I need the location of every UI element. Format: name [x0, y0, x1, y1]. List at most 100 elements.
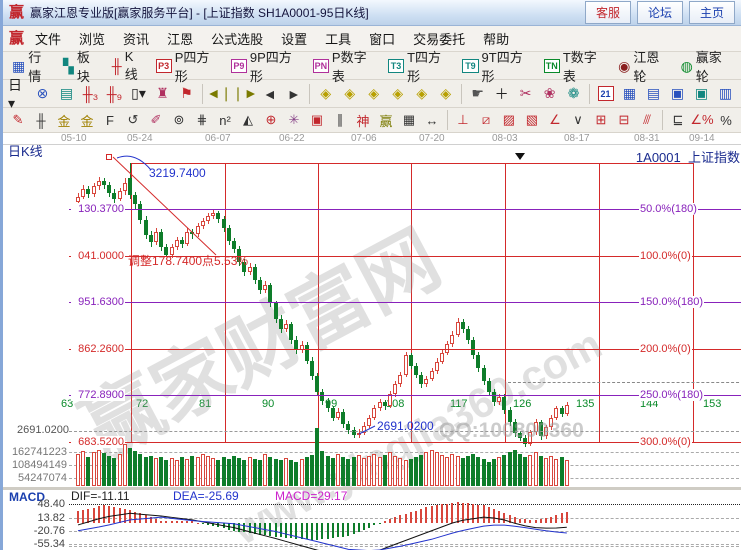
macd-histogram-bar [373, 523, 375, 525]
shen-grid-icon[interactable]: 神 [352, 110, 374, 130]
candle [279, 319, 283, 329]
gann-fan-icon[interactable]: ⧄ [475, 110, 497, 130]
volume-bar [310, 455, 314, 486]
diamond-left-icon[interactable]: ◈ [314, 83, 337, 105]
target-icon[interactable]: ⊕ [260, 110, 282, 130]
notes-icon[interactable]: ▤ [642, 83, 665, 105]
macd-histogram-bar [399, 515, 401, 523]
pen-icon[interactable]: ✎ [7, 110, 29, 130]
axis-icon[interactable]: ⊥ [452, 110, 474, 130]
flower-icon[interactable]: ❀ [538, 83, 561, 105]
toolbar1-item-4[interactable]: P99P四方形 [226, 45, 307, 87]
forum-button[interactable]: 论坛 [637, 1, 683, 24]
prev-icon[interactable]: ◄ [258, 83, 281, 105]
toolbar1-item-7[interactable]: T99T四方形 [457, 45, 537, 87]
fan-grid2-icon[interactable]: ▧ [521, 110, 543, 130]
pattern-icon[interactable]: ♜ [151, 83, 174, 105]
volume-bar [144, 457, 148, 486]
chart9-icon[interactable]: ╫₉ [103, 83, 126, 105]
grid-lines-icon[interactable]: ╫ [30, 110, 52, 130]
last-icon[interactable]: ❘► [233, 83, 258, 105]
square-number-icon[interactable]: n² [214, 110, 236, 130]
macd-histogram-bar [134, 512, 136, 523]
first-icon[interactable]: ◄❘ [207, 83, 232, 105]
macd-histogram-bar [217, 523, 219, 527]
dense-grid-icon[interactable]: ▦ [398, 110, 420, 130]
hatch-icon[interactable]: ⋕ [191, 110, 213, 130]
toolbar1-item-10[interactable]: ◍赢家轮 [676, 45, 737, 87]
gold-grid2-icon[interactable]: 金 [76, 110, 98, 130]
volume-bar [86, 457, 90, 486]
diamond-down-icon[interactable]: ◈ [338, 83, 361, 105]
percent-icon[interactable]: % [715, 110, 737, 130]
toolbar1-item-9[interactable]: ◉江恩轮 [613, 45, 674, 87]
volume-bar [222, 457, 226, 486]
parallel-lines-icon[interactable]: ⫻ [636, 110, 658, 130]
save-as-icon[interactable]: ▣ [690, 83, 713, 105]
gold-grid-icon[interactable]: 金 [53, 110, 75, 130]
volume-bar [388, 452, 392, 486]
scissors-icon[interactable]: ✂ [514, 83, 537, 105]
diamond-up-icon[interactable]: ◈ [362, 83, 385, 105]
bracket-icon[interactable]: ⊑ [667, 110, 689, 130]
volume-bar [138, 454, 142, 486]
home-button[interactable]: 主页 [689, 1, 735, 24]
fibonacci-icon[interactable]: F [99, 110, 121, 130]
toolbar1-item-6[interactable]: T3T四方形 [383, 45, 456, 87]
toolbar1-item-3[interactable]: P3P四方形 [151, 45, 225, 87]
candle [549, 418, 553, 427]
diamond-expand-icon[interactable]: ◈ [386, 83, 409, 105]
candle [222, 219, 226, 228]
win-grid-icon[interactable]: 赢 [375, 110, 397, 130]
volume-bar [268, 457, 272, 486]
compass-icon[interactable]: ⊚ [168, 110, 190, 130]
candle-style-dropdown[interactable]: ▯▾ [127, 83, 150, 105]
toolbar1-item-1[interactable]: ▚板块 [58, 45, 106, 87]
angle-ruler-icon[interactable]: ◭ [237, 110, 259, 130]
brain-icon[interactable]: ❁ [562, 83, 585, 105]
diamond-full-icon[interactable]: ◈ [434, 83, 457, 105]
box-grid-icon[interactable]: ▣ [306, 110, 328, 130]
macd-histogram-bar [462, 503, 464, 523]
hand-icon[interactable]: ☛ [466, 83, 489, 105]
next-icon[interactable]: ► [282, 83, 305, 105]
chart3-icon[interactable]: ╫₃ [79, 83, 102, 105]
candle [305, 345, 309, 361]
export-icon[interactable]: ▥ [714, 83, 737, 105]
label: 9T四方形 [482, 47, 533, 85]
service-button[interactable]: 客服 [585, 1, 631, 24]
parallel-icon[interactable]: ∥ [329, 110, 351, 130]
save-icon[interactable]: ▣ [666, 83, 689, 105]
calculator-icon[interactable]: ▦ [618, 83, 641, 105]
macd-histogram-bar [353, 523, 355, 534]
square2-icon[interactable]: ⊟ [613, 110, 635, 130]
volume-bar [320, 451, 324, 486]
h-measure-icon[interactable]: ↔ [421, 110, 443, 130]
calendar-icon[interactable]: 21 [594, 83, 617, 105]
list-icon[interactable]: ▤ [55, 83, 78, 105]
volume-bar [227, 459, 231, 486]
volume-bar [476, 457, 480, 486]
fan-grid-icon[interactable]: ▨ [498, 110, 520, 130]
chart-stage[interactable]: 日K线 1A0001 上证指数 05-1005-2406-0706-2207-0… [3, 133, 741, 550]
percent-angle-icon[interactable]: ∠% [690, 110, 714, 130]
crosshair-icon[interactable]: ＋ [490, 83, 513, 105]
net-icon[interactable]: ⊗ [31, 83, 54, 105]
angle-line-icon[interactable]: ∠ [544, 110, 566, 130]
toolbar1-item-8[interactable]: TNT数字表 [539, 45, 612, 87]
square-icon[interactable]: ⊞ [590, 110, 612, 130]
volume-bar [424, 452, 428, 486]
macd-histogram-bar [321, 523, 323, 539]
toolbar1-item-2[interactable]: ╫K线 [107, 47, 150, 85]
spiral-icon[interactable]: ↺ [122, 110, 144, 130]
period-dropdown[interactable]: 日▾ [7, 83, 30, 105]
macd-histogram-bar [160, 521, 162, 523]
zigzag-icon[interactable]: ∨ [567, 110, 589, 130]
macd-histogram-bar [483, 505, 485, 523]
draw-icon[interactable]: ✐ [145, 110, 167, 130]
flag-icon[interactable]: ⚑ [175, 83, 198, 105]
macd-histogram-bar [259, 523, 261, 535]
star-grid-icon[interactable]: ✳ [283, 110, 305, 130]
toolbar1-item-5[interactable]: PNP数字表 [308, 45, 382, 87]
diamond-vexpand-icon[interactable]: ◈ [410, 83, 433, 105]
